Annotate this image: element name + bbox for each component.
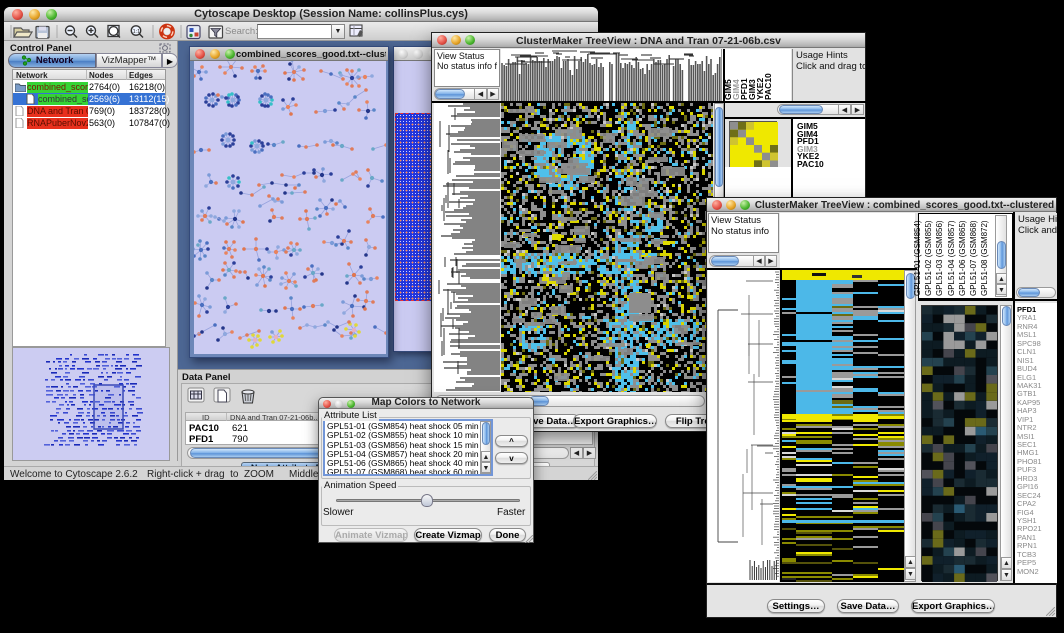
svg-text:1:1: 1:1	[133, 29, 141, 35]
